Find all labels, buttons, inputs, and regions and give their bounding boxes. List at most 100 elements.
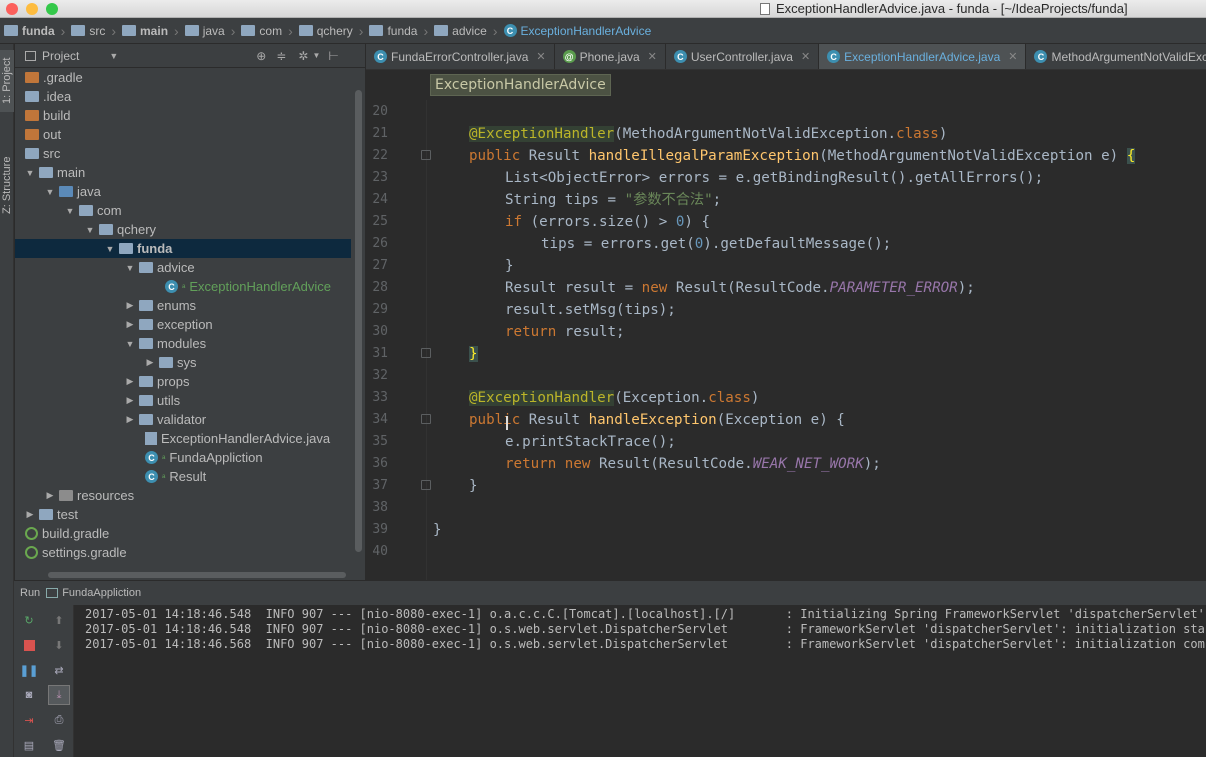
tree-item[interactable]: ▼ modules xyxy=(15,334,351,353)
code-line-24[interactable]: String tips = "参数不合法"; xyxy=(505,189,721,211)
tree-item[interactable]: .gradle xyxy=(15,68,351,87)
zoom-window-button[interactable] xyxy=(46,3,58,15)
code-line-27[interactable]: } xyxy=(505,255,514,277)
expand-arrow-icon[interactable]: ▶ xyxy=(43,490,57,501)
tree-item[interactable]: src xyxy=(15,144,351,163)
breadcrumb-item-funda-pkg[interactable]: funda › xyxy=(369,23,428,39)
breadcrumb-item-com[interactable]: com › xyxy=(241,23,293,39)
tree-item[interactable]: ▶ utils xyxy=(15,391,351,410)
expand-arrow-icon[interactable]: ▶ xyxy=(123,376,137,387)
code-line-39[interactable]: } xyxy=(433,519,442,541)
stop-icon[interactable] xyxy=(21,638,37,652)
code-line-37[interactable]: } xyxy=(469,475,478,497)
arrow-down-icon[interactable]: ⬇ xyxy=(51,638,67,652)
breadcrumb-item-qchery[interactable]: qchery › xyxy=(298,23,363,39)
tree-item[interactable]: ▶ test xyxy=(15,505,351,524)
print-icon[interactable]: ⎙ xyxy=(51,713,67,727)
code-line-28[interactable]: Result result = new Result(ResultCode.PA… xyxy=(505,277,975,299)
pause-icon[interactable]: ❚❚ xyxy=(20,663,38,677)
code-line-26[interactable]: tips = errors.get(0).getDefaultMessage()… xyxy=(541,233,891,255)
breadcrumb-item-src[interactable]: src › xyxy=(71,23,116,39)
breadcrumb-item-class[interactable]: C ExceptionHandlerAdvice xyxy=(503,24,651,38)
expand-arrow-icon[interactable]: ▼ xyxy=(23,168,37,178)
tree-item[interactable]: Cᵃ ExceptionHandlerAdvice xyxy=(15,277,351,296)
code-line-21[interactable]: @ExceptionHandler(MethodArgumentNotValid… xyxy=(469,123,947,145)
trash-icon[interactable]: 🗑 xyxy=(51,738,67,752)
soft-wrap-icon[interactable]: ⇄ xyxy=(51,663,67,677)
project-view-selector[interactable]: Project xyxy=(42,49,79,63)
tree-item[interactable]: Cᵃ FundaAppliction xyxy=(15,448,351,467)
rerun-icon[interactable]: ↻ xyxy=(21,613,37,627)
code-line-30[interactable]: return result; xyxy=(505,321,625,343)
breadcrumb-item-main[interactable]: main › xyxy=(122,23,179,39)
tree-item[interactable]: ▼ qchery xyxy=(15,220,351,239)
tree-item[interactable]: ▼ com xyxy=(15,201,351,220)
close-icon[interactable]: ✕ xyxy=(801,50,810,63)
hide-panel-icon[interactable]: ⊢ xyxy=(328,49,338,63)
project-tool-tab[interactable]: 1: Project xyxy=(0,50,14,112)
breadcrumb-item-java[interactable]: java › xyxy=(184,23,235,39)
expand-arrow-icon[interactable]: ▶ xyxy=(123,395,137,406)
tree-item[interactable]: .idea xyxy=(15,87,351,106)
camera-icon[interactable]: ◙ xyxy=(21,688,37,702)
tab-user-controller[interactable]: C UserController.java ✕ xyxy=(666,44,820,69)
console-output[interactable]: 2017-05-01 14:18:46.548 INFO 907 --- [ni… xyxy=(75,605,1206,757)
minimize-window-button[interactable] xyxy=(26,3,38,15)
close-icon[interactable]: ✕ xyxy=(648,50,657,63)
tree-item[interactable]: ▼ main xyxy=(15,163,351,182)
collapse-icon[interactable]: ≑ xyxy=(276,49,286,63)
chevron-down-icon[interactable]: ▼ xyxy=(109,51,118,61)
tree-item[interactable]: ▶ exception xyxy=(15,315,351,334)
expand-arrow-icon[interactable]: ▼ xyxy=(103,244,117,254)
structure-tool-tab[interactable]: Z: Structure xyxy=(0,140,14,230)
close-window-button[interactable] xyxy=(6,3,18,15)
code-line-35[interactable]: e.printStackTrace(); xyxy=(505,431,676,453)
breadcrumb-item-funda[interactable]: funda › xyxy=(4,23,65,39)
tree-item[interactable]: ▼ java xyxy=(15,182,351,201)
code-line-29[interactable]: result.setMsg(tips); xyxy=(505,299,676,321)
expand-arrow-icon[interactable]: ▶ xyxy=(123,319,137,330)
expand-arrow-icon[interactable]: ▼ xyxy=(43,187,57,197)
expand-arrow-icon[interactable]: ▼ xyxy=(83,225,97,235)
fold-marker-icon[interactable] xyxy=(421,150,431,160)
code-line-36[interactable]: return new Result(ResultCode.WEAK_NET_WO… xyxy=(505,453,881,475)
code-line-31[interactable]: } xyxy=(469,343,478,365)
gear-icon[interactable]: ✲ xyxy=(298,49,308,63)
arrow-up-icon[interactable]: ⬆ xyxy=(51,613,67,627)
class-breadcrumb[interactable]: ExceptionHandlerAdvice xyxy=(430,74,611,96)
tree-item-selected[interactable]: ▼ funda xyxy=(15,239,351,258)
tree-item[interactable]: ▶ enums xyxy=(15,296,351,315)
project-horizontal-scrollbar[interactable] xyxy=(48,572,346,578)
expand-arrow-icon[interactable]: ▶ xyxy=(143,357,157,368)
tree-item[interactable]: ▼ advice xyxy=(15,258,351,277)
tree-item[interactable]: build xyxy=(15,106,351,125)
expand-arrow-icon[interactable]: ▶ xyxy=(123,414,137,425)
tree-item[interactable]: out xyxy=(15,125,351,144)
tree-item[interactable]: ▶ props xyxy=(15,372,351,391)
tab-method-argument-not-valid-exception[interactable]: CMethodArgumentNotValidExceptio xyxy=(1026,44,1206,69)
tree-item[interactable]: ▶ resources xyxy=(15,486,351,505)
tree-item[interactable]: ExceptionHandlerAdvice.java xyxy=(15,429,351,448)
expand-arrow-icon[interactable]: ▶ xyxy=(23,509,37,520)
close-icon[interactable]: ✕ xyxy=(536,50,545,63)
scroll-to-end-icon[interactable]: ⤓ xyxy=(48,685,70,705)
code-line-33[interactable]: @ExceptionHandler(Exception.class) xyxy=(469,387,759,409)
expand-arrow-icon[interactable]: ▼ xyxy=(63,206,77,216)
tree-item[interactable]: ▶ validator xyxy=(15,410,351,429)
project-vertical-scrollbar[interactable] xyxy=(355,90,362,552)
fold-marker-icon[interactable] xyxy=(421,348,431,358)
tab-exception-handler-advice[interactable]: C ExceptionHandlerAdvice.java ✕ xyxy=(819,44,1027,69)
breadcrumb-item-advice[interactable]: advice › xyxy=(434,23,498,39)
expand-arrow-icon[interactable]: ▼ xyxy=(123,339,137,349)
tab-funda-error-controller[interactable]: C FundaErrorController.java ✕ xyxy=(366,44,555,69)
fold-marker-icon[interactable] xyxy=(421,480,431,490)
locate-icon[interactable]: ⊕ xyxy=(256,49,266,63)
exit-icon[interactable]: ⇥ xyxy=(21,713,37,727)
expand-arrow-icon[interactable]: ▶ xyxy=(123,300,137,311)
run-config-tab[interactable]: FundaAppliction xyxy=(62,587,141,599)
close-icon[interactable]: ✕ xyxy=(1008,50,1017,63)
tree-item[interactable]: build.gradle xyxy=(15,524,351,543)
code-line-34[interactable]: public Result handleException(Exception … xyxy=(469,409,845,431)
layout-icon[interactable]: ▤ xyxy=(21,738,37,752)
tree-item[interactable]: Cᵃ Result xyxy=(15,467,351,486)
